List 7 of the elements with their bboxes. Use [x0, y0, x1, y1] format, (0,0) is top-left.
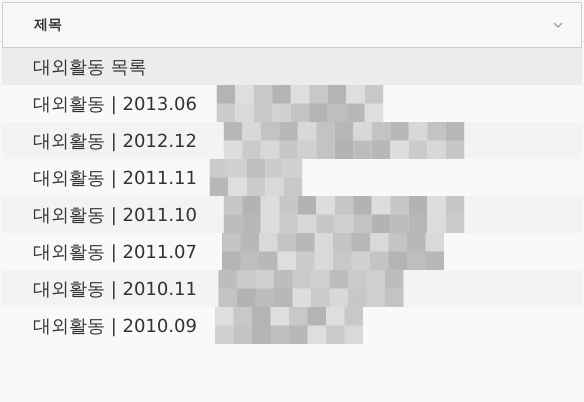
dropdown-label: 제목: [34, 16, 62, 34]
list-item[interactable]: 대외활동 | 2010.11: [2, 270, 582, 307]
dropdown-header[interactable]: 제목: [2, 2, 582, 48]
chevron-icon: [553, 22, 563, 28]
list-item[interactable]: 대외활동 목록: [2, 48, 582, 85]
list-item[interactable]: 대외활동 | 2011.10: [2, 196, 582, 233]
list-item[interactable]: 대외활동 | 2012.12: [2, 122, 582, 159]
